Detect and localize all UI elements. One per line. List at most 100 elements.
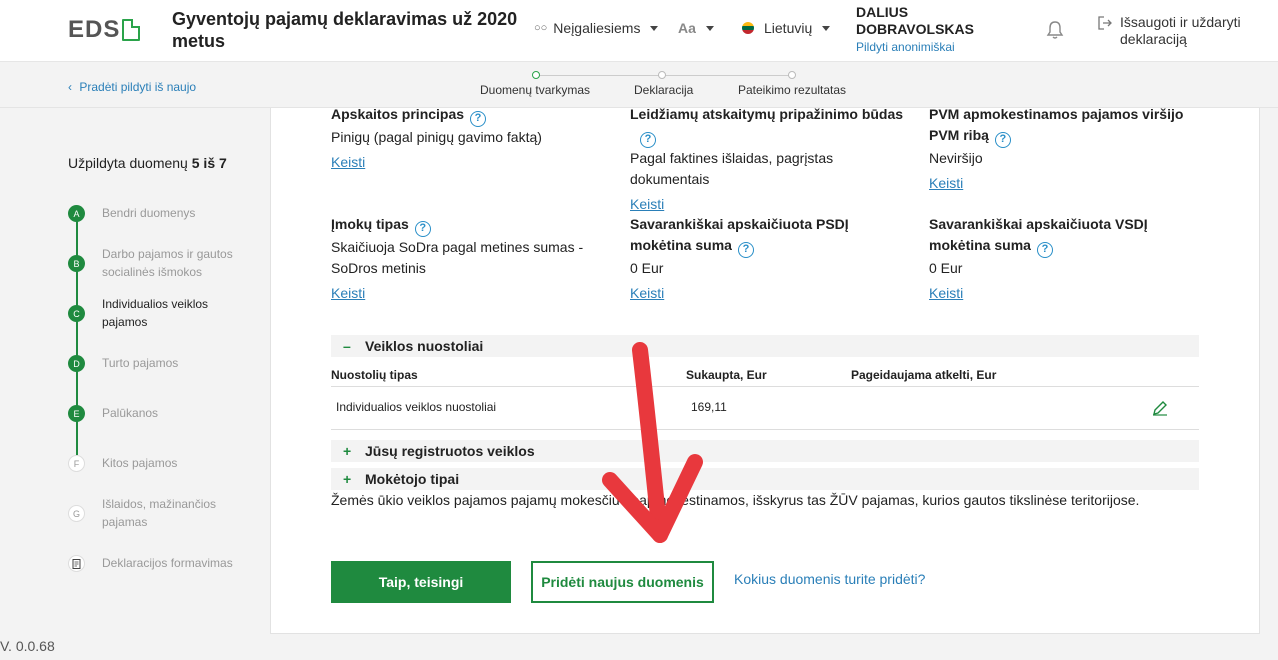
change-link[interactable]: Keisti — [331, 285, 365, 301]
field-vsd-amount: Savarankiškai apskaičiuota VSDĮ mokėtina… — [929, 214, 1169, 304]
step-node-c: C — [68, 305, 85, 322]
field-value: Pagal faktines išlaidas, pagrįstas dokum… — [630, 150, 834, 187]
logo-text: EDS — [68, 16, 121, 43]
exit-icon — [1098, 16, 1112, 30]
glasses-icon: ○○ — [534, 22, 548, 34]
expand-icon: + — [343, 471, 352, 487]
sidebar-item-property-income[interactable]: Turto pajamos — [102, 354, 252, 372]
field-accounting-principle: Apskaitos principas? Pinigų (pagal pinig… — [331, 104, 611, 173]
step-node-d: D — [68, 355, 85, 372]
user-name: DALIUS DOBRAVOLSKAS — [856, 4, 974, 37]
field-contribution-type: Įmokų tipas? Skaičiuoja SoDra pagal meti… — [331, 214, 601, 304]
user-block: DALIUS DOBRAVOLSKAS Pildyti anonimiškai — [856, 4, 976, 54]
field-label: Leidžiamų atskaitymų pripažinimo būdas — [630, 106, 904, 122]
top-header: EDS Gyventojų pajamų deklaravimas už 202… — [0, 0, 1278, 62]
step-dot-3 — [788, 71, 796, 79]
help-icon[interactable]: ? — [640, 132, 656, 148]
change-link[interactable]: Keisti — [929, 285, 963, 301]
change-link[interactable]: Keisti — [929, 175, 963, 191]
confirm-button[interactable]: Taip, teisingi — [331, 561, 511, 603]
column-header: Pageidaujama atkelti, Eur — [851, 368, 997, 382]
step-label[interactable]: Deklaracija — [634, 83, 693, 97]
info-paragraph: Žemės ūkio veiklos pajamos pajamų mokesč… — [331, 492, 1140, 508]
progress-value: 5 iš 7 — [191, 155, 227, 171]
sidebar-item-declaration-forming[interactable]: Deklaracijos formavimas — [102, 554, 252, 572]
step-node-b: B — [68, 255, 85, 272]
help-icon[interactable]: ? — [414, 221, 431, 237]
language-label: Lietuvių — [764, 20, 813, 36]
change-link[interactable]: Keisti — [630, 285, 664, 301]
field-deduction-method: Leidžiamų atskaitymų pripažinimo būdas? … — [630, 104, 910, 215]
help-link[interactable]: Kokius duomenis turite pridėti? — [734, 571, 925, 587]
language-dropdown[interactable]: Lietuvių — [742, 20, 831, 36]
section-title: Mokėtojo tipai — [365, 471, 460, 487]
font-size-dropdown[interactable]: Aa — [678, 20, 714, 36]
chevron-down-icon — [705, 25, 714, 31]
step-node-g: G — [68, 505, 85, 522]
sidebar-item-other-income[interactable]: Kitos pajamos — [102, 454, 252, 472]
save-exit-button[interactable]: Išsaugoti ir uždaryti deklaraciją — [1098, 14, 1270, 48]
progress-prefix: Užpildyta duomenų — [68, 155, 188, 171]
field-label: PVM apmokestinamos pajamos viršijo PVM r… — [929, 106, 1184, 143]
chevron-down-icon — [650, 25, 659, 31]
accessibility-dropdown[interactable]: ○○ Neįgaliesiems — [534, 20, 659, 36]
help-icon[interactable]: ? — [994, 132, 1011, 148]
step-label[interactable]: Pateikimo rezultatas — [738, 83, 846, 97]
expand-icon: + — [343, 443, 352, 459]
document-icon — [122, 19, 141, 41]
help-icon[interactable]: ? — [470, 111, 487, 127]
sidebar-item-general[interactable]: Bendri duomenys — [102, 204, 252, 222]
field-value: Pinigų (pagal pinigų gavimo faktą) — [331, 129, 542, 145]
step-dot-2 — [658, 71, 666, 79]
edit-pencil-icon[interactable] — [1152, 400, 1168, 421]
step-node-a: A — [68, 205, 85, 222]
field-label: Įmokų tipas — [331, 216, 409, 232]
change-link[interactable]: Keisti — [331, 154, 365, 170]
wizard-steps: Duomenų tvarkymas Deklaracija Pateikimo … — [470, 62, 870, 108]
chevron-down-icon — [822, 25, 831, 31]
help-icon[interactable]: ? — [737, 242, 754, 258]
document-icon — [68, 555, 85, 572]
sidebar-item-interest[interactable]: Palūkanos — [102, 404, 252, 422]
lithuania-flag-icon — [742, 22, 754, 34]
eds-logo[interactable]: EDS — [68, 16, 141, 44]
bell-icon[interactable] — [1046, 20, 1064, 45]
save-exit-label: Išsaugoti ir uždaryti deklaraciją — [1120, 14, 1241, 47]
field-vat-threshold: PVM apmokestinamos pajamos viršijo PVM r… — [929, 104, 1199, 194]
step-node-e: E — [68, 405, 85, 422]
field-value: 0 Eur — [929, 260, 963, 276]
font-size-label: Aa — [678, 20, 696, 36]
field-psd-amount: Savarankiškai apskaičiuota PSDĮ mokėtina… — [630, 214, 870, 304]
add-new-data-button[interactable]: Pridėti naujus duomenis — [531, 561, 714, 603]
section-payer-types[interactable]: + Mokėtojo tipai — [331, 468, 1199, 490]
table-cell-type: Individualios veiklos nuostoliai — [336, 400, 497, 414]
divider — [331, 386, 1199, 387]
progress-title: Užpildyta duomenų 5 iš 7 — [68, 155, 227, 171]
anonymous-link[interactable]: Pildyti anonimiškai — [856, 40, 976, 54]
step-node-f: F — [68, 455, 85, 472]
table-cell-accrued: 169,11 — [691, 400, 727, 414]
section-title: Veiklos nuostoliai — [365, 338, 484, 354]
field-value: Skaičiuoja SoDra pagal metines sumas - S… — [331, 239, 584, 276]
sidebar-item-individual-activity[interactable]: Individualios veiklos pajamos — [102, 295, 252, 331]
change-link[interactable]: Keisti — [630, 196, 664, 212]
step-dot-1 — [532, 71, 540, 79]
column-header: Nuostolių tipas — [331, 368, 418, 382]
section-title: Jūsų registruotos veiklos — [365, 443, 535, 459]
divider — [331, 429, 1199, 430]
collapse-icon: – — [343, 338, 351, 354]
restart-link[interactable]: ‹ Pradėti pildyti iš naujo — [68, 80, 196, 94]
field-value: 0 Eur — [630, 260, 664, 276]
version-label: V. 0.0.68 — [0, 638, 55, 654]
restart-label: Pradėti pildyti iš naujo — [79, 80, 197, 94]
step-label[interactable]: Duomenų tvarkymas — [480, 83, 590, 97]
app-title: Gyventojų pajamų deklaravimas už 2020 me… — [172, 9, 518, 51]
sidebar-item-expenses[interactable]: Išlaidos, mažinančios pajamas — [102, 495, 252, 531]
sidebar-item-work-income[interactable]: Darbo pajamos ir gautos socialinės išmok… — [102, 245, 252, 281]
field-label: Apskaitos principas — [331, 106, 465, 122]
progress-bar: ‹ Pradėti pildyti iš naujo Duomenų tvark… — [0, 62, 1278, 108]
help-icon[interactable]: ? — [1036, 242, 1053, 258]
section-registered-activities[interactable]: + Jūsų registruotos veiklos — [331, 440, 1199, 462]
field-value: Neviršijo — [929, 150, 983, 166]
section-activity-losses[interactable]: – Veiklos nuostoliai — [331, 335, 1199, 357]
